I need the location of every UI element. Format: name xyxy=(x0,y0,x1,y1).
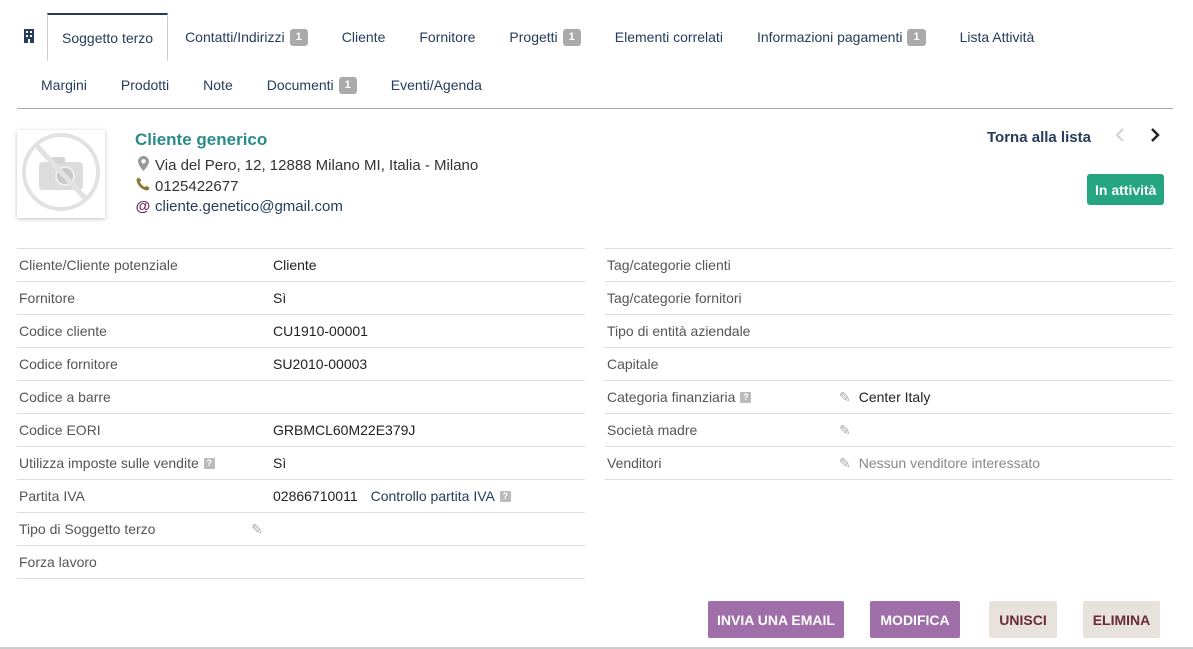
next-record-button[interactable] xyxy=(1150,127,1160,148)
company-address: Via del Pero, 12, 12888 Milano MI, Itali… xyxy=(135,156,478,175)
vat-number: 02866710011 xyxy=(273,488,358,504)
count-badge: 1 xyxy=(289,28,308,46)
field-label: Categoria finanziaria ? xyxy=(607,389,752,405)
company-photo[interactable] xyxy=(17,130,105,218)
send-email-button[interactable]: INVIA UNA EMAIL xyxy=(708,601,844,638)
tab-cliente[interactable]: Cliente xyxy=(325,13,403,61)
field-label: Codice EORI xyxy=(19,422,101,438)
field-value: GRBMCL60M22E379J xyxy=(273,422,416,438)
field-value: ✎ Center Italy xyxy=(839,388,931,406)
field-value: Cliente xyxy=(273,257,317,273)
field-label: Utilizza imposte sulle vendite ? xyxy=(19,455,215,471)
chevron-left-icon xyxy=(1115,127,1125,147)
company-email[interactable]: @ cliente.genetico@gmail.com xyxy=(135,198,343,215)
back-to-list-link[interactable]: Torna alla lista xyxy=(987,129,1091,146)
no-photo-icon xyxy=(21,132,101,217)
field-label: Fornitore xyxy=(19,290,76,306)
pencil-icon[interactable]: ✎ xyxy=(251,521,263,538)
field-label: Tag/categorie fornitori xyxy=(607,290,742,306)
field-value: Sì xyxy=(273,290,287,306)
field-label: Tipo di Soggetto terzo xyxy=(19,521,156,537)
phone-icon xyxy=(135,177,151,195)
tab-documenti[interactable]: Documenti 1 xyxy=(250,62,374,108)
table-row: Tag/categorie fornitori xyxy=(605,282,1173,315)
pencil-icon[interactable]: ✎ xyxy=(839,422,851,439)
help-icon[interactable]: ? xyxy=(203,457,215,469)
table-row: Tipo di Soggetto terzo ✎ xyxy=(17,513,585,546)
table-row: Tag/categorie clienti xyxy=(605,249,1173,282)
tab-fornitore[interactable]: Fornitore xyxy=(402,13,492,61)
table-row: Cliente/Cliente potenziale Cliente xyxy=(17,249,585,282)
tabs-row-secondary: Margini Prodotti Note Documenti 1 Eventi/… xyxy=(17,62,499,108)
tab-soggetto-terzo[interactable]: Soggetto terzo xyxy=(47,13,169,61)
field-label: Partita IVA xyxy=(19,488,85,504)
table-row: Fornitore Sì xyxy=(17,282,585,315)
merge-button[interactable]: UNISCI xyxy=(989,601,1057,638)
pencil-icon[interactable]: ✎ xyxy=(839,455,851,472)
field-label: Codice fornitore xyxy=(19,356,118,372)
count-badge: 1 xyxy=(338,76,357,94)
count-badge: 1 xyxy=(562,28,581,46)
tab-progetti[interactable]: Progetti 1 xyxy=(492,13,597,61)
table-row: Categoria finanziaria ? ✎ Center Italy xyxy=(605,381,1173,414)
edit-button[interactable]: MODIFICA xyxy=(870,601,960,638)
company-name[interactable]: Cliente generico xyxy=(135,130,267,150)
tab-lista-attivita[interactable]: Lista Attività xyxy=(943,13,1052,61)
building-icon xyxy=(23,28,35,46)
field-label: Capitale xyxy=(607,356,659,372)
table-row: Venditori ✎ Nessun venditore interessato xyxy=(605,447,1173,480)
table-row: Società madre ✎ xyxy=(605,414,1173,447)
tab-note[interactable]: Note xyxy=(186,62,250,108)
help-icon[interactable]: ? xyxy=(740,391,752,403)
fields-table-right: Tag/categorie clienti Tag/categorie forn… xyxy=(605,248,1173,480)
field-value: 02866710011 Controllo partita IVA ? xyxy=(273,488,511,504)
field-value: ✎ xyxy=(839,422,859,439)
tabs-divider xyxy=(17,108,1173,109)
field-label: Forza lavoro xyxy=(19,554,97,570)
pencil-icon[interactable]: ✎ xyxy=(839,389,851,406)
table-row: Partita IVA 02866710011 Controllo partit… xyxy=(17,480,585,513)
table-row: Codice fornitore SU2010-00003 xyxy=(17,348,585,381)
previous-record-button[interactable] xyxy=(1115,127,1125,148)
tabs-row-primary: Soggetto terzo Contatti/Indirizzi 1 Clien… xyxy=(17,13,1051,61)
table-row: Forza lavoro xyxy=(17,546,585,579)
tab-contatti-indirizzi[interactable]: Contatti/Indirizzi 1 xyxy=(168,13,325,61)
table-row: Utilizza imposte sulle vendite ? Sì xyxy=(17,447,585,480)
tab-prodotti[interactable]: Prodotti xyxy=(104,62,186,108)
field-label: Tipo di entità aziendale xyxy=(607,323,751,339)
at-icon: @ xyxy=(135,198,151,215)
field-label: Società madre xyxy=(607,422,698,438)
table-row: Codice EORI GRBMCL60M22E379J xyxy=(17,414,585,447)
map-pin-icon xyxy=(135,156,151,175)
delete-button[interactable]: ELIMINA xyxy=(1083,601,1160,638)
vat-check-link[interactable]: Controllo partita IVA xyxy=(371,488,495,504)
field-label: Codice a barre xyxy=(19,389,111,405)
table-row: Codice cliente CU1910-00001 xyxy=(17,315,585,348)
field-label: Tag/categorie clienti xyxy=(607,257,731,273)
table-row: Tipo di entità aziendale xyxy=(605,315,1173,348)
field-label: Venditori xyxy=(607,455,662,471)
table-row: Capitale xyxy=(605,348,1173,381)
field-value: SU2010-00003 xyxy=(273,356,368,372)
table-row: Codice a barre xyxy=(17,381,585,414)
tab-elementi-correlati[interactable]: Elementi correlati xyxy=(598,13,740,61)
tab-eventi-agenda[interactable]: Eventi/Agenda xyxy=(374,62,499,108)
field-value: ✎ Nessun venditore interessato xyxy=(839,454,1041,472)
tab-informazioni-pagamenti[interactable]: Informazioni pagamenti 1 xyxy=(740,13,943,61)
tab-home[interactable] xyxy=(17,13,47,61)
status-badge: In attività xyxy=(1087,174,1165,205)
field-label: Cliente/Cliente potenziale xyxy=(19,257,178,273)
field-value: CU1910-00001 xyxy=(273,323,368,339)
fields-table-left: Cliente/Cliente potenziale Cliente Forni… xyxy=(17,248,585,579)
help-icon[interactable]: ? xyxy=(499,490,511,502)
count-badge: 1 xyxy=(907,28,926,46)
field-value: Sì xyxy=(273,455,287,471)
company-phone: 0125422677 xyxy=(135,177,238,195)
chevron-right-icon xyxy=(1150,127,1160,147)
field-label: Codice cliente xyxy=(19,323,107,339)
tab-margini[interactable]: Margini xyxy=(17,62,104,108)
